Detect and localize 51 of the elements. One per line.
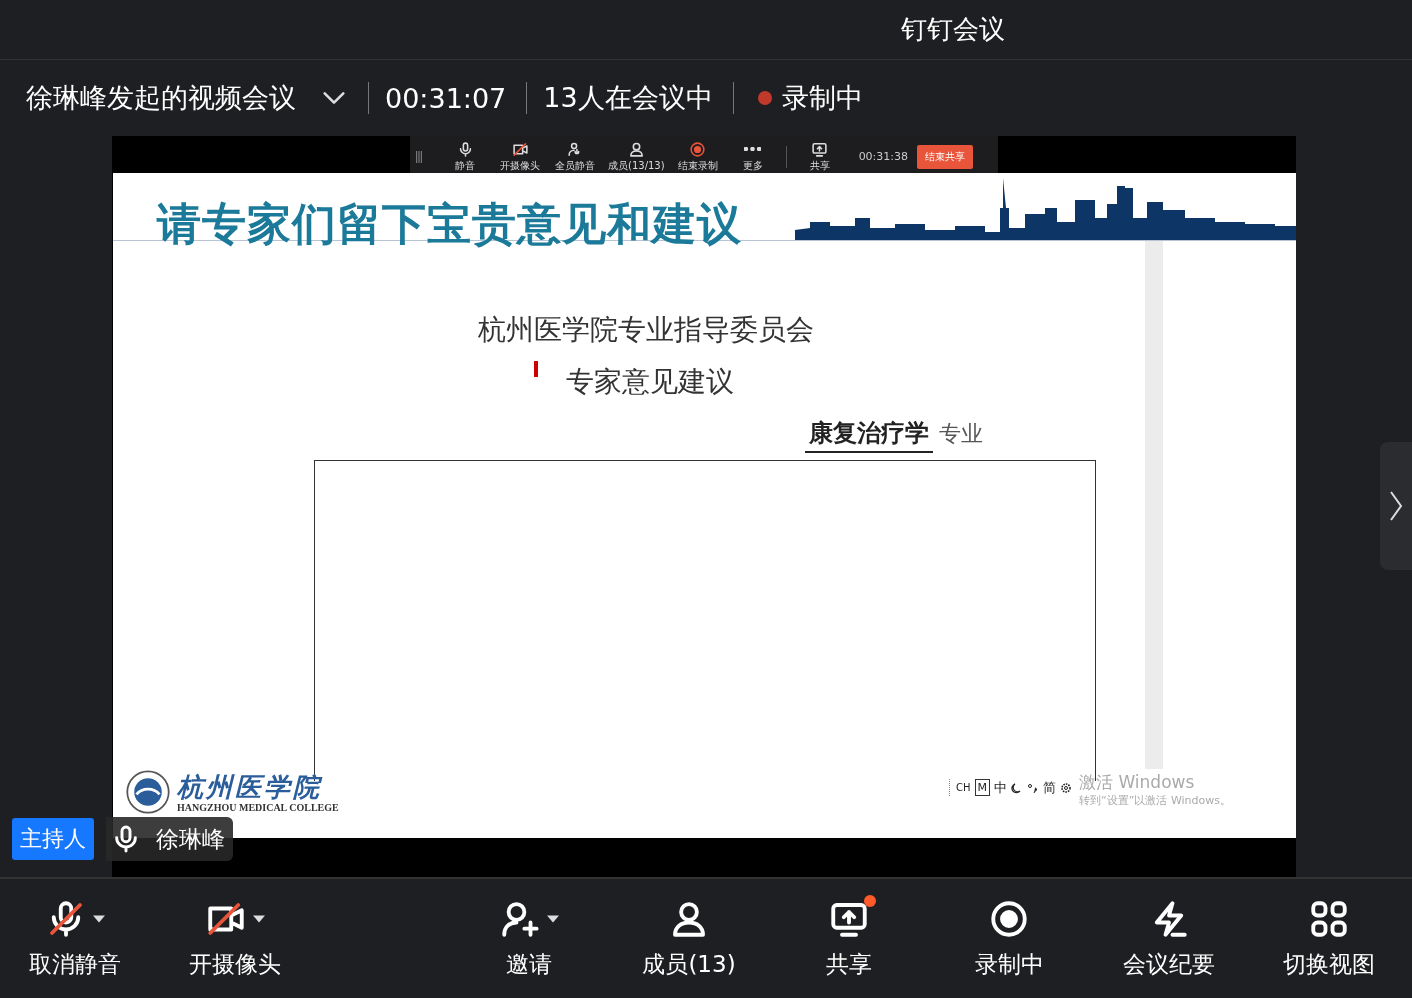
person-icon	[627, 140, 645, 158]
share-timer: 00:31:38	[858, 150, 909, 163]
share-toolbar-button[interactable]: 全员静音	[549, 140, 601, 173]
stop-sharing-button[interactable]: 结束共享	[917, 144, 974, 169]
share-toolbar-button[interactable]: 静音	[439, 140, 491, 173]
ime-indicator[interactable]: 中	[994, 780, 1007, 795]
slide-title: 请专家们留下宝贵意见和建议	[157, 197, 742, 251]
more-icon	[744, 146, 762, 151]
moon-icon[interactable]	[1011, 781, 1023, 794]
share-toolbar-button[interactable]: 开摄像头	[494, 140, 546, 173]
toolbar-button[interactable]: 录制中	[934, 896, 1084, 980]
caret-icon[interactable]	[93, 914, 105, 923]
toolbar-button[interactable]: 共享	[774, 896, 924, 980]
share-toolbar-button[interactable]: 成员(13/13)	[604, 140, 669, 173]
activation-hint: 转到“设置”以激活 Windows。	[1079, 793, 1231, 808]
recording-status: 录制中	[781, 81, 863, 115]
share-toolbar-button[interactable]: 更多	[726, 140, 779, 173]
toolbar-button[interactable]: 切换视图	[1254, 896, 1404, 980]
slide-subheading: 专家意见建议	[566, 364, 734, 400]
window-title: 钉钉会议	[901, 13, 1005, 46]
activation-title: 激活 Windows	[1079, 771, 1196, 793]
toolbar-button[interactable]: 会议纪要	[1094, 896, 1244, 980]
camera-off-icon	[511, 140, 529, 158]
major-suffix: 专业	[939, 420, 983, 448]
college-seal-icon	[125, 769, 171, 815]
participant-count: 13人在会议中	[543, 81, 713, 115]
settings-icon[interactable]	[1060, 781, 1072, 794]
toolbar-button[interactable]: 邀请	[454, 896, 604, 980]
ime-indicator[interactable]: CH	[956, 780, 971, 795]
drag-handle-icon[interactable]	[416, 150, 422, 163]
share-toolbar-button[interactable]: 共享	[793, 140, 846, 173]
toolbar-button[interactable]: 开摄像头	[160, 896, 310, 980]
meeting-duration: 00:31:07	[385, 82, 507, 114]
text-cursor	[534, 361, 538, 377]
caret-icon[interactable]	[547, 914, 559, 923]
slide-heading: 杭州医学院专业指导委员会	[478, 312, 814, 348]
host-badge: 主持人	[12, 818, 94, 860]
caret-icon[interactable]	[253, 914, 265, 923]
toolbar-button[interactable]: 取消静音	[0, 896, 150, 980]
toolbar-button[interactable]: 成员(13)	[614, 896, 764, 980]
speaker-name: 徐琳峰	[156, 824, 225, 854]
college-english-name: HANGZHOU MEDICAL COLLEGE	[177, 801, 339, 813]
ime-indicator[interactable]: 简	[1043, 780, 1056, 795]
screen-share-icon	[811, 140, 829, 158]
ime-indicator[interactable]: M	[974, 779, 990, 796]
share-toolbar-button[interactable]: 结束录制	[671, 140, 724, 173]
college-name: 杭州医学院	[177, 771, 324, 802]
record-icon	[689, 140, 707, 158]
major-name: 康复治疗学	[805, 417, 933, 453]
meeting-title: 徐琳峰发起的视频会议	[26, 81, 296, 115]
punctuation-icon[interactable]	[1027, 781, 1039, 794]
